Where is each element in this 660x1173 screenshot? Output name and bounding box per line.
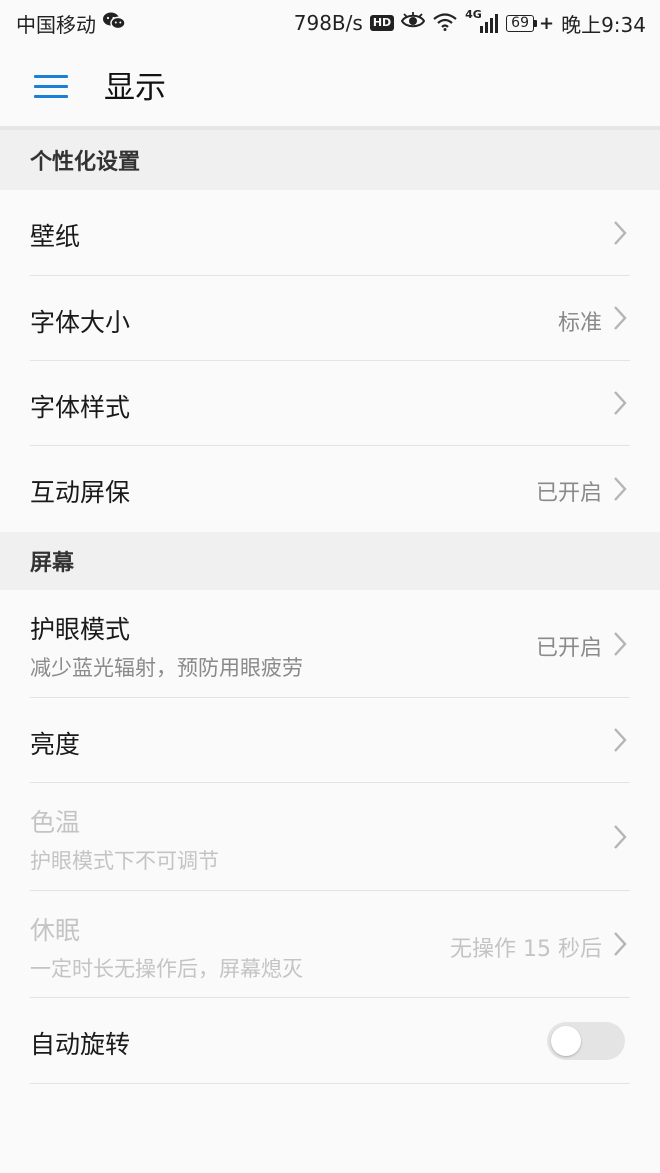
setting-title: 护眼模式 <box>30 615 131 644</box>
toggle-knob <box>551 1026 581 1056</box>
battery-tip <box>533 19 537 27</box>
auto-rotate-toggle[interactable] <box>547 1022 625 1060</box>
cellular-signal-icon: 4G <box>465 8 499 34</box>
setting-wallpaper[interactable]: 壁纸 <box>0 190 660 276</box>
setting-auto-rotate[interactable]: 自动旋转 <box>0 998 660 1084</box>
setting-eye-comfort[interactable]: 护眼模式 减少蓝光辐射，预防用眼疲劳 已开启 <box>0 590 660 698</box>
setting-value: 无操作 15 秒后 <box>450 937 602 962</box>
setting-interactive-screensaver[interactable]: 互动屏保 已开启 <box>0 446 660 532</box>
chevron-right-icon <box>614 477 627 501</box>
setting-title: 色温 <box>30 808 81 837</box>
setting-title: 休眠 <box>30 916 81 945</box>
battery-icon: 69 + <box>506 13 554 34</box>
setting-brightness[interactable]: 亮度 <box>0 698 660 783</box>
setting-value: 已开启 <box>535 636 602 661</box>
chevron-right-icon <box>614 728 627 752</box>
chevron-right-icon <box>614 932 627 956</box>
hd-badge: HD <box>369 15 395 31</box>
setting-color-temperature[interactable]: 色温 护眼模式下不可调节 <box>0 783 660 891</box>
wechat-icon <box>102 11 126 36</box>
app-bar: 显示 <box>0 46 660 130</box>
chevron-right-icon <box>614 391 627 415</box>
setting-title: 壁纸 <box>30 222 81 251</box>
setting-value: 标准 <box>557 311 602 336</box>
menu-icon[interactable] <box>34 75 68 99</box>
network-speed: 798B/s <box>293 11 363 35</box>
setting-value: 已开启 <box>535 481 602 506</box>
setting-subtitle: 减少蓝光辐射，预防用眼疲劳 <box>30 656 303 680</box>
divider <box>30 1083 630 1084</box>
setting-font-size[interactable]: 字体大小 标准 <box>0 276 660 361</box>
chevron-right-icon <box>614 825 627 849</box>
wifi-icon <box>432 11 458 36</box>
setting-subtitle: 护眼模式下不可调节 <box>30 849 219 873</box>
status-bar: 中国移动 798B/s HD 4G 69 + 晚上9:34 <box>0 0 660 46</box>
chevron-right-icon <box>614 221 627 245</box>
eye-icon <box>401 11 426 35</box>
setting-title: 自动旋转 <box>30 1030 131 1059</box>
battery-level: 69 <box>506 14 534 32</box>
clock: 晚上9:34 <box>561 12 646 37</box>
status-left: 中国移动 <box>16 9 126 38</box>
setting-title: 亮度 <box>30 730 81 759</box>
section-header-personalization: 个性化设置 <box>0 130 660 190</box>
setting-title: 字体样式 <box>30 393 131 422</box>
setting-title: 互动屏保 <box>30 478 131 507</box>
setting-title: 字体大小 <box>30 308 131 337</box>
setting-sleep[interactable]: 休眠 一定时长无操作后，屏幕熄灭 无操作 15 秒后 <box>0 891 660 998</box>
carrier-name: 中国移动 <box>16 12 96 37</box>
chevron-right-icon <box>614 632 627 656</box>
charging-icon: + <box>538 12 555 34</box>
section-header-screen: 屏幕 <box>0 532 660 590</box>
status-right: 798B/s HD 4G 69 + 晚上9:34 <box>293 8 646 38</box>
chevron-right-icon <box>614 306 627 330</box>
setting-font-style[interactable]: 字体样式 <box>0 361 660 446</box>
page-title: 显示 <box>104 70 166 106</box>
setting-subtitle: 一定时长无操作后，屏幕熄灭 <box>30 957 303 981</box>
